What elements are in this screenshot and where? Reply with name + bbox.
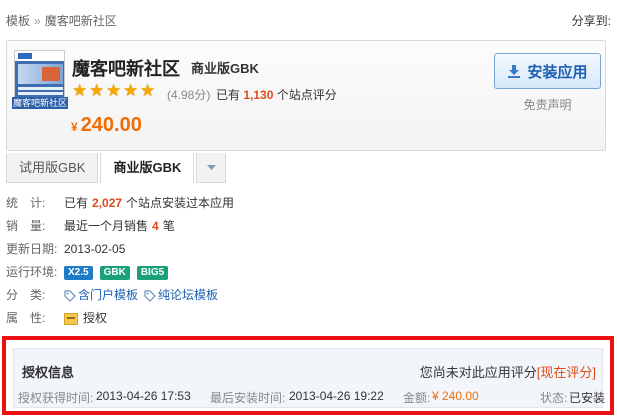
category-tag-label: 含门户模板 bbox=[78, 288, 139, 302]
app-info-list: 统 计: 已有 2,027 个站点安装过本应用 销 量: 最近一个月销售 4 笔… bbox=[6, 192, 606, 330]
env-badge-x25: X2.5 bbox=[64, 265, 93, 280]
tag-icon bbox=[144, 289, 156, 302]
disclaimer-link[interactable]: 免责声明 bbox=[494, 96, 601, 113]
edition-tabs: 试用版GBK 商业版GBK bbox=[6, 153, 228, 183]
info-row-stats: 统 计: 已有 2,027 个站点安装过本应用 bbox=[6, 192, 606, 215]
rate-now-link[interactable]: [现在评分] bbox=[537, 365, 596, 380]
info-row-updated: 更新日期: 2013-02-05 bbox=[6, 238, 606, 261]
star-icon: ★ bbox=[89, 81, 105, 100]
category-tags: 含门户模板 纯论坛模板 bbox=[64, 284, 224, 307]
tab-dropdown[interactable] bbox=[196, 153, 227, 183]
price-currency: ¥ bbox=[71, 120, 78, 134]
star-icon: ★ bbox=[140, 81, 156, 100]
sales-value: 最近一个月销售 4 笔 bbox=[64, 215, 175, 238]
app-summary-card: 魔客吧新社区 魔客吧新社区 商业版GBK ★ ★ ★ ★ ★ (4.98分) 已… bbox=[6, 40, 606, 151]
license-info-highlight: 授权信息 您尚未对此应用评分[现在评分] 授权获得时间: 2013-04-26 … bbox=[2, 336, 614, 415]
info-row-category: 分 类: 含门户模板 纯论坛模板 bbox=[6, 284, 606, 307]
download-icon bbox=[508, 64, 521, 78]
category-tag[interactable]: 含门户模板 bbox=[64, 284, 138, 307]
tab-commercial-gbk[interactable]: 商业版GBK bbox=[100, 153, 195, 183]
stats-suffix: 个站点安装过本应用 bbox=[126, 196, 235, 210]
stats-label: 统 计: bbox=[6, 196, 46, 210]
breadcrumb-separator: » bbox=[34, 14, 41, 28]
app-thumbnail bbox=[14, 50, 65, 101]
attr-value-wrap: 授权 bbox=[64, 307, 107, 330]
sales-suffix: 笔 bbox=[162, 219, 175, 233]
tab-trial-gbk[interactable]: 试用版GBK bbox=[6, 153, 99, 183]
sales-count: 4 bbox=[152, 219, 159, 233]
app-thumbnail-caption: 魔客吧新社区 bbox=[12, 97, 68, 109]
share-label[interactable]: 分享到: bbox=[572, 12, 611, 29]
star-icon: ★ bbox=[106, 81, 122, 100]
updated-label: 更新日期: bbox=[6, 242, 58, 256]
status-label: 状态: bbox=[540, 391, 568, 405]
star-icon: ★ bbox=[72, 81, 88, 100]
license-info-panel: 授权信息 您尚未对此应用评分[现在评分] 授权获得时间: 2013-04-26 … bbox=[13, 348, 606, 408]
amount-value: ¥ 240.00 bbox=[432, 389, 479, 403]
rating-count: 1,130 bbox=[243, 88, 274, 102]
rating-stars: ★ ★ ★ ★ ★ bbox=[72, 81, 157, 100]
category-tag-label: 纯论坛模板 bbox=[158, 288, 219, 302]
license-icon bbox=[64, 312, 78, 325]
env-badges: X2.5 GBK BIG5 bbox=[64, 265, 175, 280]
breadcrumb-root-link[interactable]: 模板 bbox=[6, 14, 30, 28]
caret-down-icon bbox=[206, 164, 216, 170]
info-row-environment: 运行环境: X2.5 GBK BIG5 bbox=[6, 261, 606, 284]
rating-prefix: 已有 bbox=[216, 88, 241, 102]
install-label: 安装应用 bbox=[527, 63, 588, 81]
app-title: 魔客吧新社区 bbox=[72, 59, 180, 79]
rating-count-text: 已有 1,130 个站点评分 bbox=[216, 86, 337, 103]
amount-label: 金额: bbox=[403, 391, 431, 405]
price-value: 240.00 bbox=[80, 114, 142, 136]
license-title: 授权信息 bbox=[22, 365, 75, 380]
stats-count: 2,027 bbox=[92, 196, 123, 210]
info-row-sales: 销 量: 最近一个月销售 4 笔 bbox=[6, 215, 606, 238]
app-price: ¥240.00 bbox=[71, 114, 142, 137]
attr-value: 授权 bbox=[83, 311, 108, 325]
install-app-button[interactable]: 安装应用 bbox=[494, 53, 601, 89]
env-badge-big5: BIG5 bbox=[136, 265, 169, 280]
stats-prefix: 已有 bbox=[64, 196, 89, 210]
last-install-value: 2013-04-26 19:22 bbox=[289, 389, 384, 403]
env-badge-gbk: GBK bbox=[99, 265, 130, 280]
star-icon: ★ bbox=[123, 81, 139, 100]
rate-prompt: 您尚未对此应用评分[现在评分] bbox=[420, 362, 596, 381]
info-row-attribute: 属 性: 授权 bbox=[6, 307, 606, 330]
obtained-label: 授权获得时间: bbox=[18, 391, 94, 405]
category-label: 分 类: bbox=[6, 288, 46, 302]
sales-prefix: 最近一个月销售 bbox=[64, 219, 149, 233]
last-install-label: 最后安装时间: bbox=[210, 391, 286, 405]
category-tag[interactable]: 纯论坛模板 bbox=[144, 284, 218, 307]
breadcrumb-current: 魔客吧新社区 bbox=[44, 14, 117, 28]
app-edition: 商业版GBK bbox=[191, 61, 259, 76]
rate-prompt-text: 您尚未对此应用评分 bbox=[419, 365, 537, 380]
tag-icon bbox=[64, 289, 76, 302]
stats-value: 已有 2,027 个站点安装过本应用 bbox=[64, 192, 234, 215]
env-label: 运行环境: bbox=[6, 265, 58, 279]
breadcrumb: 模板 » 魔客吧新社区 bbox=[6, 12, 117, 29]
obtained-value: 2013-04-26 17:53 bbox=[96, 389, 191, 403]
sales-label: 销 量: bbox=[6, 219, 46, 233]
rating-suffix: 个站点评分 bbox=[276, 88, 337, 102]
status-value: 已安装 bbox=[569, 391, 606, 405]
attr-label: 属 性: bbox=[6, 311, 46, 325]
updated-value: 2013-02-05 bbox=[64, 242, 126, 256]
rating-score: (4.98分) bbox=[167, 88, 211, 102]
